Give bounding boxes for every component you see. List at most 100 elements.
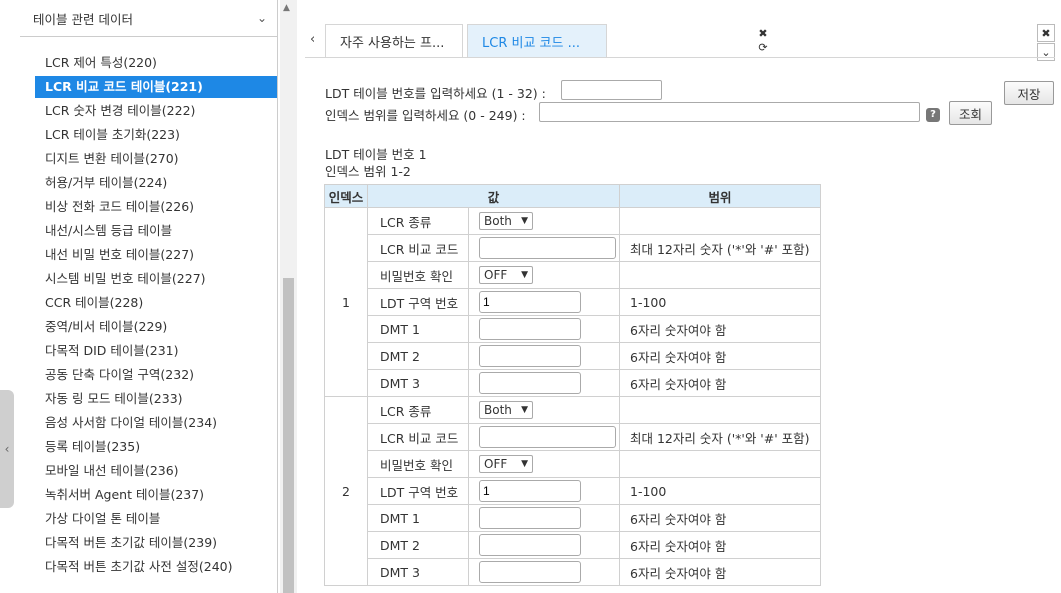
field-range-cell: 6자리 숫자여야 함 [619, 369, 821, 397]
table-row: DMT 3 6자리 숫자여야 함 [325, 369, 821, 397]
value-select[interactable]: Both ▼ [479, 212, 533, 230]
field-name-cell: DMT 1 [367, 315, 469, 343]
table-row: 비밀번호 확인 OFF ▼ [325, 450, 821, 478]
field-value-cell: OFF ▼ [468, 450, 620, 478]
sidebar-item[interactable]: 공동 단축 다이얼 구역(232) [35, 364, 277, 388]
field-name-cell: DMT 2 [367, 531, 469, 559]
sidebar-item[interactable]: 디지트 변환 테이블(270) [35, 148, 277, 172]
sidebar-item[interactable]: 다목적 버튼 초기값 테이블(239) [35, 532, 277, 556]
value-select[interactable]: OFF ▼ [479, 455, 533, 473]
field-name-cell: LCR 비교 코드 [367, 423, 469, 451]
table-row: DMT 3 6자리 숫자여야 함 [325, 558, 821, 586]
row-index-cell: 1 [324, 207, 368, 397]
window-close-icon[interactable]: ✖ [1037, 24, 1055, 42]
scroll-up-arrow-icon[interactable]: ▲ [283, 3, 290, 13]
dropdown-arrow-icon: ▼ [521, 405, 528, 415]
table-row: 2 LCR 종류 Both ▼ [324, 396, 821, 586]
scrollbar-thumb[interactable] [283, 278, 294, 593]
sidebar-item[interactable]: CCR 테이블(228) [35, 292, 277, 316]
field-name-cell: LCR 종류 [367, 207, 469, 235]
field-range-cell [619, 261, 821, 289]
field-name-cell: DMT 2 [367, 342, 469, 370]
sidebar-item[interactable]: 음성 사서함 다이얼 테이블(234) [35, 412, 277, 436]
value-select[interactable]: OFF ▼ [479, 266, 533, 284]
value-input[interactable] [479, 534, 581, 556]
value-input[interactable] [479, 561, 581, 583]
tab-strip: ‹ 자주 사용하는 프... LCR 비교 코드 ... ✖ ⟳ [305, 24, 1005, 58]
field-range-cell: 6자리 숫자여야 함 [619, 558, 821, 586]
field-name-cell: LDT 구역 번호 [367, 288, 469, 316]
value-input[interactable] [479, 426, 616, 448]
sidebar-item[interactable]: 시스템 비밀 번호 테이블(227) [35, 268, 277, 292]
field-value-cell [468, 234, 620, 262]
tab-lcr-compare-code[interactable]: LCR 비교 코드 ... ✖ ⟳ [467, 24, 768, 58]
sidebar-item[interactable]: 허용/거부 테이블(224) [35, 172, 277, 196]
index-range-label: 인덱스 범위를 입력하세요 (0 - 249) : [325, 108, 526, 123]
table-row: LDT 구역 번호 1-100 [325, 477, 821, 505]
header-index: 인덱스 [324, 184, 368, 208]
select-value: Both [484, 214, 512, 228]
index-range-input[interactable] [539, 102, 920, 122]
field-value-cell: Both ▼ [468, 207, 620, 235]
sidebar-item[interactable]: LCR 숫자 변경 테이블(222) [35, 100, 277, 124]
sidebar-item[interactable]: 녹취서버 Agent 테이블(237) [35, 484, 277, 508]
header-range: 범위 [619, 184, 821, 208]
row-index-cell: 2 [324, 396, 368, 586]
field-value-cell [468, 558, 620, 586]
sidebar-menu: LCR 제어 특성(220) LCR 비교 코드 테이블(221) LCR 숫자 변… [35, 52, 277, 580]
sidebar-item[interactable]: 가상 다이얼 톤 테이블 [35, 508, 277, 532]
save-button[interactable]: 저장 [1004, 81, 1054, 105]
value-input[interactable] [479, 372, 581, 394]
close-icon[interactable]: ✖ [756, 27, 770, 41]
value-input[interactable] [479, 237, 616, 259]
field-range-cell: 최대 12자리 숫자 ('*'와 '#' 포함) [619, 423, 821, 451]
table-number-input[interactable] [561, 80, 662, 100]
sidebar-item[interactable]: LCR 비교 코드 테이블(221) [35, 76, 277, 98]
sidebar-item[interactable]: 다목적 DID 테이블(231) [35, 340, 277, 364]
sidebar-item[interactable]: 중역/비서 테이블(229) [35, 316, 277, 340]
value-input[interactable] [479, 318, 581, 340]
field-value-cell: Both ▼ [468, 396, 620, 424]
query-button[interactable]: 조회 [949, 101, 992, 125]
sidebar-item[interactable]: 모바일 내선 테이블(236) [35, 460, 277, 484]
help-icon[interactable]: ? [926, 108, 940, 122]
chevron-left-icon: ‹ [4, 442, 10, 456]
table-number-label: LDT 테이블 번호를 입력하세요 (1 - 32) : [325, 86, 546, 101]
value-input[interactable] [479, 345, 581, 367]
value-input[interactable] [479, 480, 581, 502]
field-range-cell: 최대 12자리 숫자 ('*'와 '#' 포함) [619, 234, 821, 262]
field-range-cell: 1-100 [619, 477, 821, 505]
tab-prev-chevron-icon[interactable]: ‹ [310, 32, 315, 47]
field-name-cell: DMT 1 [367, 504, 469, 532]
value-select[interactable]: Both ▼ [479, 401, 533, 419]
field-name-cell: LCR 비교 코드 [367, 234, 469, 262]
select-value: Both [484, 403, 512, 417]
field-value-cell [468, 477, 620, 505]
field-name-cell: DMT 3 [367, 369, 469, 397]
sidebar-item[interactable]: LCR 제어 특성(220) [35, 52, 277, 76]
table-row: 비밀번호 확인 OFF ▼ [325, 261, 821, 289]
value-input[interactable] [479, 507, 581, 529]
window-menu-chevron-icon[interactable]: ⌄ [1037, 43, 1055, 61]
table-row: 1 LCR 종류 Both ▼ [324, 207, 821, 397]
tab-frequently-used[interactable]: 자주 사용하는 프... [325, 24, 463, 58]
sidebar-item[interactable]: 내선/시스템 등급 테이블 [35, 220, 277, 244]
sidebar-item[interactable]: LCR 테이블 초기화(223) [35, 124, 277, 148]
refresh-icon[interactable]: ⟳ [756, 41, 770, 55]
sidebar-category-dropdown[interactable]: 테이블 관련 데이터 ⌄ [20, 0, 277, 37]
sidebar-item[interactable]: 비상 전화 코드 테이블(226) [35, 196, 277, 220]
dropdown-arrow-icon: ▼ [521, 270, 528, 280]
value-input[interactable] [479, 291, 581, 313]
field-range-cell [619, 396, 821, 424]
sidebar-item[interactable]: 등록 테이블(235) [35, 436, 277, 460]
sidebar-category-title: 테이블 관련 데이터 [33, 11, 133, 27]
sidebar-scrollbar[interactable]: ▲ [280, 0, 297, 593]
field-name-cell: 비밀번호 확인 [367, 261, 469, 289]
sidebar-item[interactable]: 다목적 버튼 초기값 사전 설정(240) [35, 556, 277, 580]
sidebar-item[interactable]: 내선 비밀 번호 테이블(227) [35, 244, 277, 268]
table-row: DMT 1 6자리 숫자여야 함 [325, 504, 821, 532]
sidebar-item[interactable]: 자동 링 모드 테이블(233) [35, 388, 277, 412]
field-value-cell [468, 288, 620, 316]
sidebar-collapse-handle[interactable]: ‹ [0, 390, 14, 508]
lcr-compare-code-table: 인덱스 값 범위 1 LCR 종류 Both ▼ LCR 비교 코드 최대 12자리 숫자… [324, 184, 821, 586]
